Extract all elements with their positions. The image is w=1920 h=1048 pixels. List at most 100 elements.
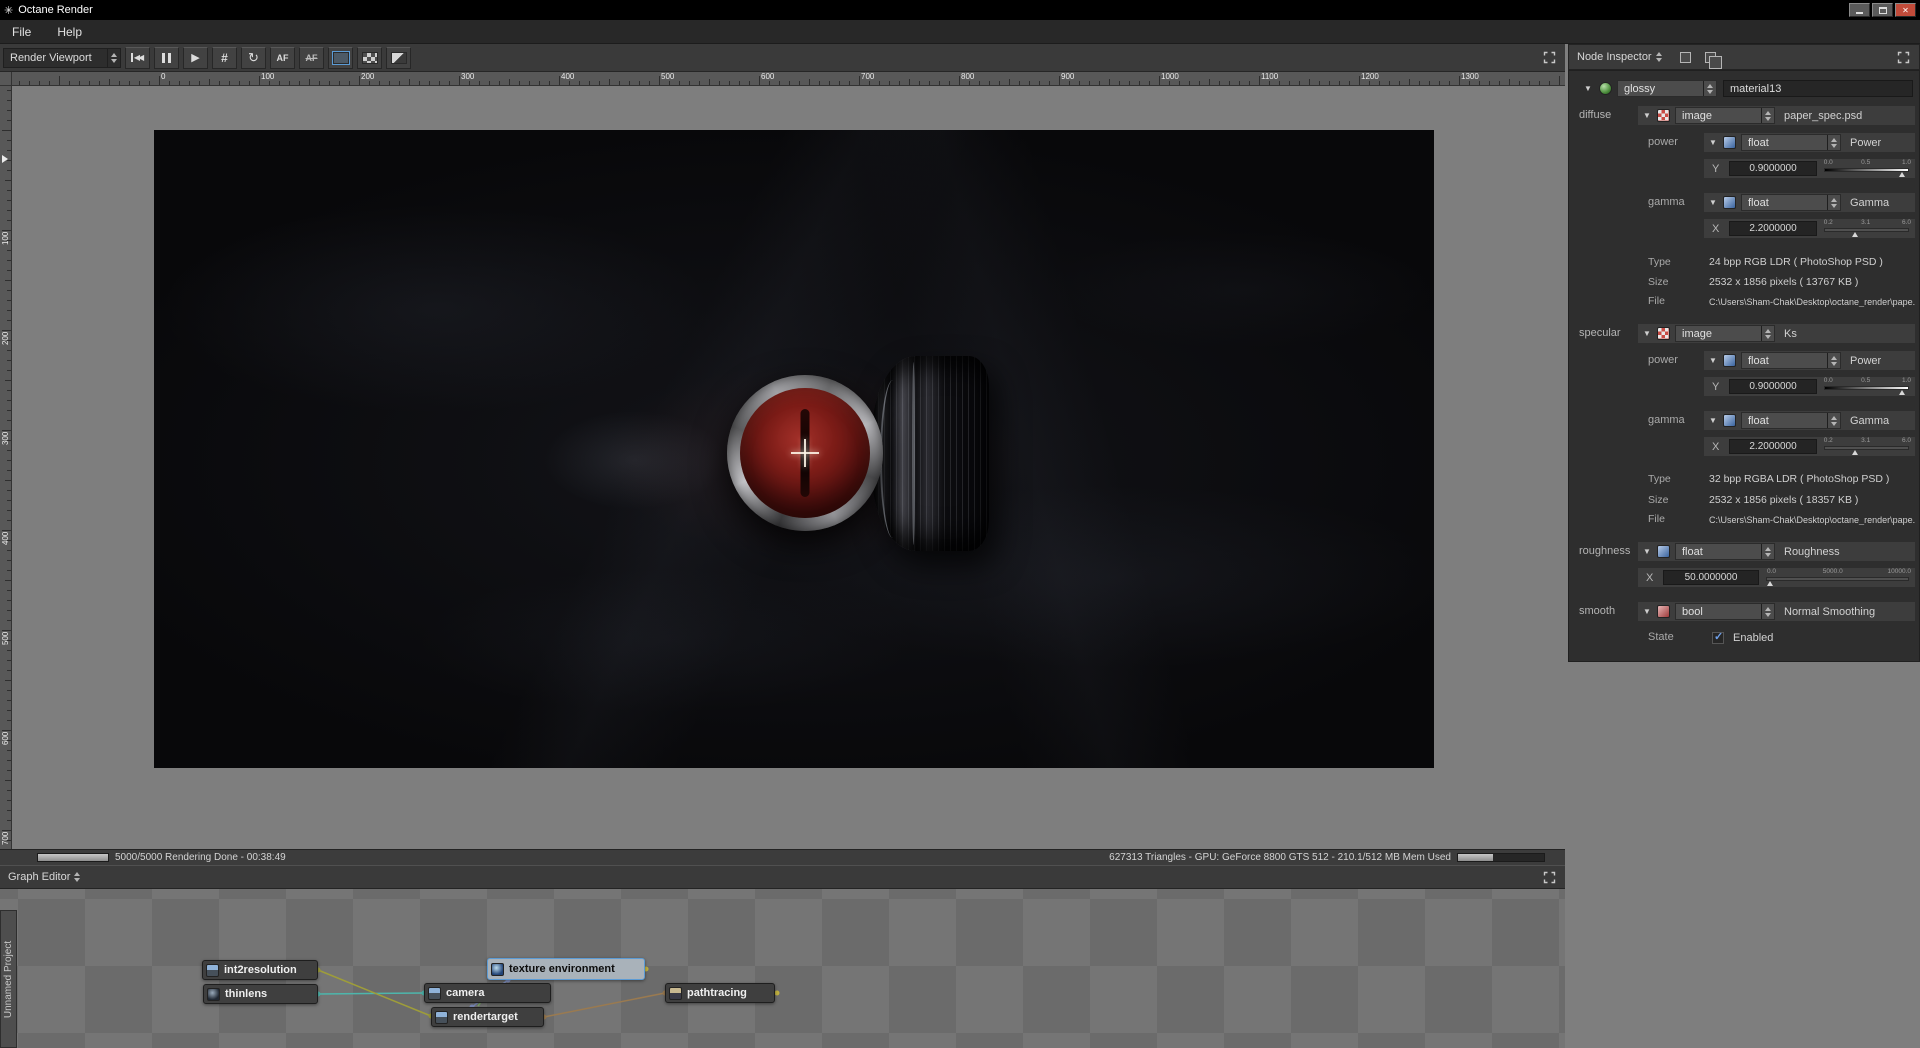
texture-file-name[interactable]: Ks [1780, 328, 1797, 340]
collapse-arrow-icon[interactable]: ▼ [1708, 416, 1718, 425]
slider-marker[interactable] [1852, 450, 1859, 455]
collapse-arrow-icon[interactable]: ▼ [1708, 356, 1718, 365]
display-mode-normal-button[interactable] [328, 46, 353, 69]
ruler-tick [7, 590, 11, 591]
collapse-arrow-icon[interactable]: ▼ [1642, 607, 1652, 616]
inspector-expand-button[interactable] [1897, 51, 1910, 64]
graph-node-label: pathtracing [687, 987, 747, 999]
spinner-arrows-icon[interactable] [1827, 195, 1840, 210]
spinner-arrows-icon[interactable] [1827, 413, 1840, 428]
close-button[interactable]: ✕ [1895, 3, 1916, 17]
slider-marker[interactable] [1852, 232, 1859, 237]
node-name[interactable]: Roughness [1780, 546, 1840, 558]
spinner-arrows-icon[interactable] [1827, 353, 1840, 368]
graph-node-camera[interactable]: camera [424, 983, 551, 1003]
spinner-arrows-icon[interactable] [70, 866, 84, 888]
ruler-tick [7, 660, 11, 661]
ruler-tick [7, 770, 11, 771]
autofocus-off-button[interactable]: AF [299, 46, 324, 69]
graph-node-texture-environment[interactable]: texture environment [487, 958, 645, 980]
diffuse-type-dropdown[interactable]: image [1675, 107, 1775, 124]
grid-overlay-button[interactable]: # [212, 46, 237, 69]
title-bar[interactable]: ✳ Octane Render ✕ [0, 0, 1920, 20]
ruler-tick [149, 81, 150, 85]
spinner-arrows-icon[interactable] [1652, 45, 1666, 69]
display-mode-split-button[interactable] [386, 46, 411, 69]
panel-expand-arrow-icon[interactable] [2, 155, 8, 163]
gamma-value-input[interactable] [1729, 221, 1817, 236]
slider-marker[interactable] [1898, 390, 1905, 395]
specular-type-dropdown[interactable]: image [1675, 325, 1775, 342]
menu-help[interactable]: Help [57, 25, 82, 39]
spinner-arrows-icon[interactable] [1827, 135, 1840, 150]
collapse-arrow-icon[interactable]: ▼ [1642, 111, 1652, 120]
restart-render-button[interactable]: ◀◀ [125, 46, 150, 69]
roughness-slider[interactable]: 0.0 5000.0 10000.0 [1764, 568, 1911, 587]
power-value-input[interactable] [1729, 161, 1817, 176]
menu-file[interactable]: File [12, 25, 31, 39]
spinner-arrows-icon[interactable] [1761, 544, 1774, 559]
node-name[interactable]: Power [1846, 137, 1881, 149]
spinner-arrows-icon[interactable] [107, 48, 120, 67]
graph-expand-button[interactable] [1543, 871, 1556, 884]
octane-render-window: ✳ Octane Render ✕ File Help Render Viewp… [0, 0, 1920, 1048]
display-mode-alpha-button[interactable] [357, 46, 382, 69]
spinner-arrows-icon[interactable] [1761, 326, 1774, 341]
power-type-dropdown[interactable]: float [1741, 134, 1841, 151]
slider-marker[interactable] [1766, 581, 1773, 586]
material-name-field[interactable] [1723, 80, 1913, 97]
collapse-arrow-icon[interactable]: ▼ [1708, 138, 1718, 147]
node-name[interactable]: Normal Smoothing [1780, 606, 1875, 618]
copy-node-icon[interactable] [1679, 51, 1691, 63]
collapse-arrow-icon[interactable]: ▼ [1583, 84, 1593, 93]
ruler-tick [1339, 81, 1340, 85]
ruler-tick [1209, 79, 1210, 85]
smooth-type-dropdown[interactable]: bool [1675, 603, 1775, 620]
collapse-arrow-icon[interactable]: ▼ [1642, 547, 1652, 556]
power-value-input[interactable] [1729, 379, 1817, 394]
roughness-value-input[interactable] [1663, 570, 1759, 585]
ruler-tick [7, 160, 11, 161]
roughness-type-dropdown[interactable]: float [1675, 543, 1775, 560]
graph-node-int2resolution[interactable]: int2resolution [202, 960, 318, 980]
power-type-dropdown[interactable]: float [1741, 352, 1841, 369]
minimize-button[interactable] [1849, 3, 1870, 17]
spinner-arrows-icon[interactable] [1761, 108, 1774, 123]
graph-node-rendertarget[interactable]: rendertarget [431, 1007, 544, 1027]
graph-node-pathtracing[interactable]: pathtracing [665, 983, 775, 1003]
gamma-type-dropdown[interactable]: float [1741, 412, 1841, 429]
paste-node-icon[interactable] [1704, 51, 1722, 69]
refresh-render-button[interactable]: ↻ [241, 46, 266, 69]
node-name[interactable]: Gamma [1846, 197, 1889, 209]
ruler-tick [619, 81, 620, 85]
spinner-arrows-icon[interactable] [1761, 604, 1774, 619]
graph-editor-canvas[interactable]: int2resolution thinlens texture environmen… [0, 889, 1565, 1048]
collapse-arrow-icon[interactable]: ▼ [1708, 198, 1718, 207]
ruler-tick [879, 81, 880, 85]
node-name[interactable]: Gamma [1846, 415, 1889, 427]
gamma-value-input[interactable] [1729, 439, 1817, 454]
render-viewport[interactable] [12, 86, 1565, 849]
gamma-type-dropdown[interactable]: float [1741, 194, 1841, 211]
texture-file-name[interactable]: paper_spec.psd [1780, 110, 1862, 122]
maximize-button[interactable] [1872, 3, 1893, 17]
power-slider[interactable]: 0.0 0.5 1.0 [1822, 159, 1911, 178]
autofocus-on-button[interactable]: AF [270, 46, 295, 69]
viewport-expand-button[interactable] [1543, 51, 1556, 64]
gamma-slider[interactable]: 0.2 3.1 6.0 [1822, 219, 1911, 238]
slider-marker[interactable] [1898, 172, 1905, 177]
enabled-checkbox[interactable] [1712, 630, 1724, 644]
project-tab[interactable]: Unnamed Project [0, 910, 17, 1048]
material-type-dropdown[interactable]: glossy [1617, 80, 1717, 97]
node-name[interactable]: Power [1846, 355, 1881, 367]
ruler-tick [7, 820, 11, 821]
power-slider[interactable]: 0.0 0.5 1.0 [1822, 377, 1911, 396]
graph-node-thinlens[interactable]: thinlens [203, 984, 318, 1004]
collapse-arrow-icon[interactable]: ▼ [1642, 329, 1652, 338]
viewport-panel-selector[interactable]: Render Viewport [3, 47, 121, 68]
pause-render-button[interactable] [154, 46, 179, 69]
gamma-slider[interactable]: 0.2 3.1 6.0 [1822, 437, 1911, 456]
spinner-arrows-icon[interactable] [1703, 81, 1716, 96]
slider-tick-label: 5000.0 [1822, 568, 1843, 575]
resume-render-button[interactable]: ▶ [183, 46, 208, 69]
